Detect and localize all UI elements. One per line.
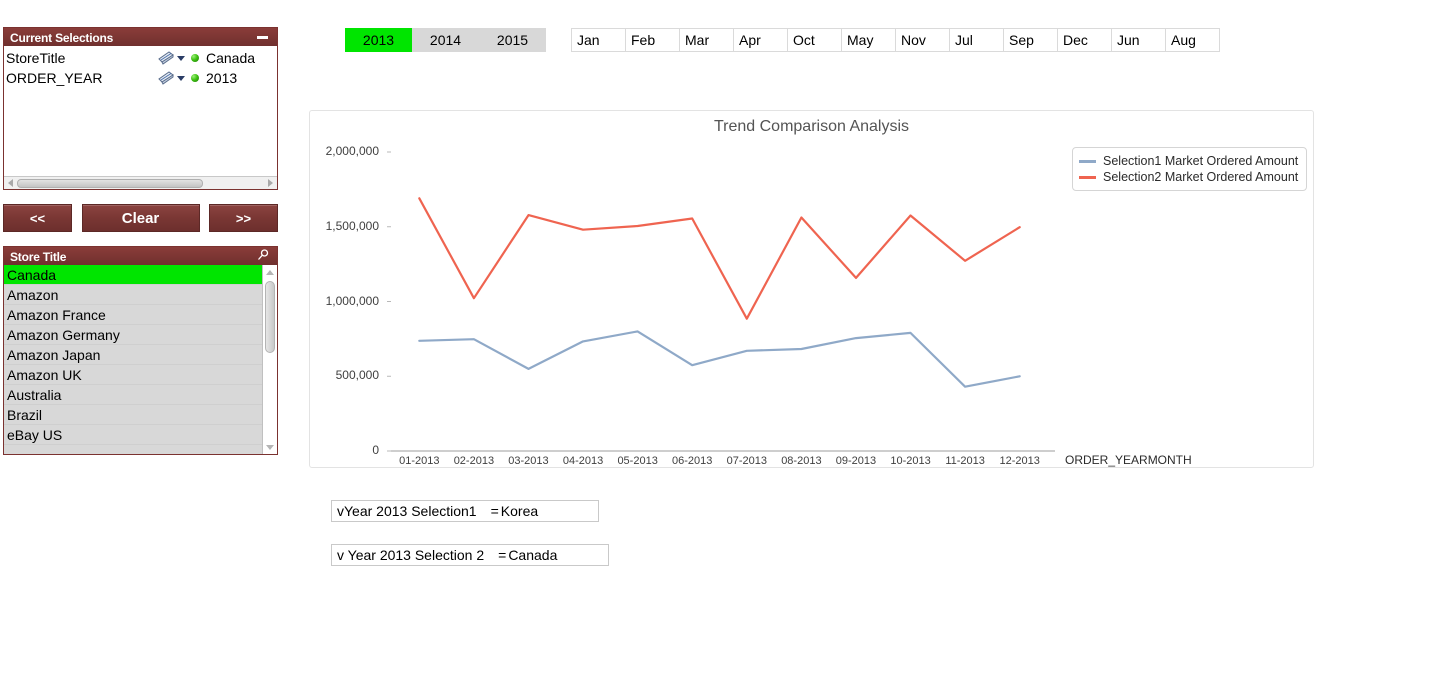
current-selections-panel: Current Selections StoreTitle Canada ORD… (3, 27, 278, 190)
scroll-up-icon[interactable] (263, 265, 277, 279)
store-title-label: Store Title (10, 249, 67, 264)
month-option-Jul[interactable]: Jul (949, 28, 1004, 52)
chevron-down-icon[interactable] (177, 75, 185, 81)
x-axis-tick-label: 12-2013 (999, 455, 1040, 467)
store-title-header: Store Title (4, 247, 277, 265)
legend-swatch-series2 (1079, 175, 1096, 179)
scrollbar-thumb[interactable] (17, 178, 203, 188)
scrollbar-track[interactable] (17, 178, 264, 189)
y-axis-tick-label: 500,000 (335, 368, 379, 383)
year-filter-strip[interactable]: 2013 2014 2015 (345, 28, 546, 52)
legend-label-series1: Selection1 Market Ordered Amount (1103, 154, 1299, 168)
legend-swatch-series1 (1079, 159, 1096, 163)
variable-label: v Year 2013 Selection 2 (337, 547, 485, 563)
scroll-down-icon[interactable] (263, 440, 277, 454)
chevron-down-icon[interactable] (177, 55, 185, 61)
legend-label-series2: Selection2 Market Ordered Amount (1103, 170, 1299, 184)
month-option-Mar[interactable]: Mar (679, 28, 734, 52)
chart-series-line-2 (418, 197, 1021, 320)
list-item[interactable]: Australia (4, 385, 262, 405)
selection-nav-buttons: << Clear >> (3, 204, 278, 232)
green-dot (191, 54, 199, 62)
variable-value: Canada (508, 547, 558, 563)
x-axis-tick-label: 03-2013 (508, 455, 549, 467)
equals-sign: = (490, 503, 499, 519)
x-axis-tick-label: 08-2013 (781, 455, 822, 467)
store-list-wrapper: Canada Amazon Amazon France Amazon Germany A… (4, 265, 277, 454)
month-filter-strip[interactable]: Jan Feb Mar Apr Oct May Nov Jul Sep Dec Jun Aug (571, 28, 1220, 52)
y-axis-tick-label: 1,500,000 (325, 218, 379, 233)
store-list[interactable]: Canada Amazon Amazon France Amazon Germany A… (4, 265, 262, 454)
x-axis-tick-label: 07-2013 (726, 455, 767, 467)
x-axis-tick-label: 01-2013 (399, 455, 440, 467)
horizontal-scrollbar[interactable] (4, 176, 277, 189)
month-option-May[interactable]: May (841, 28, 896, 52)
year-option-2015[interactable]: 2015 (479, 28, 546, 52)
panel-title-label: Current Selections (10, 30, 114, 45)
legend-item[interactable]: Selection2 Market Ordered Amount (1079, 169, 1298, 185)
forward-button[interactable]: >> (209, 204, 278, 232)
list-item[interactable]: eBay US (4, 425, 262, 445)
selection-field-name: StoreTitle (6, 50, 66, 66)
selection-row[interactable]: ORDER_YEAR 2013 (6, 68, 277, 88)
x-axis-tick-label: 06-2013 (672, 455, 713, 467)
green-dot (191, 74, 199, 82)
clear-button[interactable]: Clear (81, 204, 200, 232)
x-axis-tick-label: 09-2013 (835, 455, 877, 467)
variable-input-selection1[interactable]: vYear 2013 Selection1 = Korea (331, 500, 599, 522)
variable-label: vYear 2013 Selection1 (337, 503, 477, 519)
trend-comparison-chart-panel: Trend Comparison Analysis Selection1 Mar… (309, 110, 1314, 468)
x-axis-tick-label: 11-2013 (945, 455, 985, 467)
month-option-Nov[interactable]: Nov (895, 28, 950, 52)
list-item[interactable]: Amazon Japan (4, 345, 262, 365)
selection-row[interactable]: StoreTitle Canada (6, 48, 277, 68)
year-option-2013[interactable]: 2013 (345, 28, 412, 52)
month-option-Oct[interactable]: Oct (787, 28, 842, 52)
y-axis-tick-label: 2,000,000 (325, 144, 379, 158)
x-axis-title: ORDER_YEARMONTH (1065, 453, 1192, 467)
selection-field-name: ORDER_YEAR (6, 70, 103, 86)
list-item[interactable]: Brazil (4, 405, 262, 425)
store-title-listbox: Store Title Canada Amazon Amazon France Ama… (3, 246, 278, 455)
minimize-icon[interactable] (257, 36, 268, 39)
x-axis-tick-label: 05-2013 (617, 455, 658, 467)
back-button[interactable]: << (3, 204, 72, 232)
x-axis-tick-label: 10-2013 (890, 455, 931, 467)
y-axis-tick-label: 0 (372, 443, 379, 457)
eraser-icon[interactable] (158, 71, 176, 85)
chart-legend: Selection1 Market Ordered Amount Selecti… (1072, 147, 1308, 191)
scroll-left-icon[interactable] (4, 177, 17, 189)
list-item[interactable]: Amazon France (4, 305, 262, 325)
month-option-Dec[interactable]: Dec (1057, 28, 1112, 52)
eraser-icon[interactable] (158, 51, 176, 65)
list-item[interactable]: Amazon Germany (4, 325, 262, 345)
month-option-Apr[interactable]: Apr (733, 28, 788, 52)
year-option-2014[interactable]: 2014 (412, 28, 479, 52)
x-axis-tick-label: 02-2013 (453, 455, 495, 467)
scroll-right-icon[interactable] (264, 177, 277, 189)
list-item[interactable]: Canada (4, 265, 262, 285)
x-axis-tick-label: 04-2013 (562, 455, 604, 467)
current-selections-rows: StoreTitle Canada ORDER_YEAR 2013 (4, 46, 277, 88)
legend-item[interactable]: Selection1 Market Ordered Amount (1079, 153, 1298, 169)
search-icon[interactable] (257, 249, 269, 264)
vertical-scrollbar[interactable] (262, 265, 277, 454)
equals-sign: = (498, 547, 507, 563)
selection-value: Canada (206, 50, 256, 66)
chart-series-line-1 (418, 330, 1021, 388)
variable-input-selection2[interactable]: v Year 2013 Selection 2 = Canada (331, 544, 609, 566)
list-item[interactable]: Amazon UK (4, 365, 262, 385)
month-option-Aug[interactable]: Aug (1165, 28, 1220, 52)
month-option-Feb[interactable]: Feb (625, 28, 680, 52)
scrollbar-thumb[interactable] (265, 281, 275, 353)
month-option-Jun[interactable]: Jun (1111, 28, 1166, 52)
variable-value: Korea (500, 503, 539, 519)
month-option-Sep[interactable]: Sep (1003, 28, 1058, 52)
list-item[interactable]: Amazon (4, 285, 262, 305)
current-selections-title-bar: Current Selections (4, 28, 277, 46)
y-axis-tick-label: 1,000,000 (325, 293, 379, 308)
selection-value: 2013 (206, 70, 238, 86)
month-option-Jan[interactable]: Jan (571, 28, 626, 52)
